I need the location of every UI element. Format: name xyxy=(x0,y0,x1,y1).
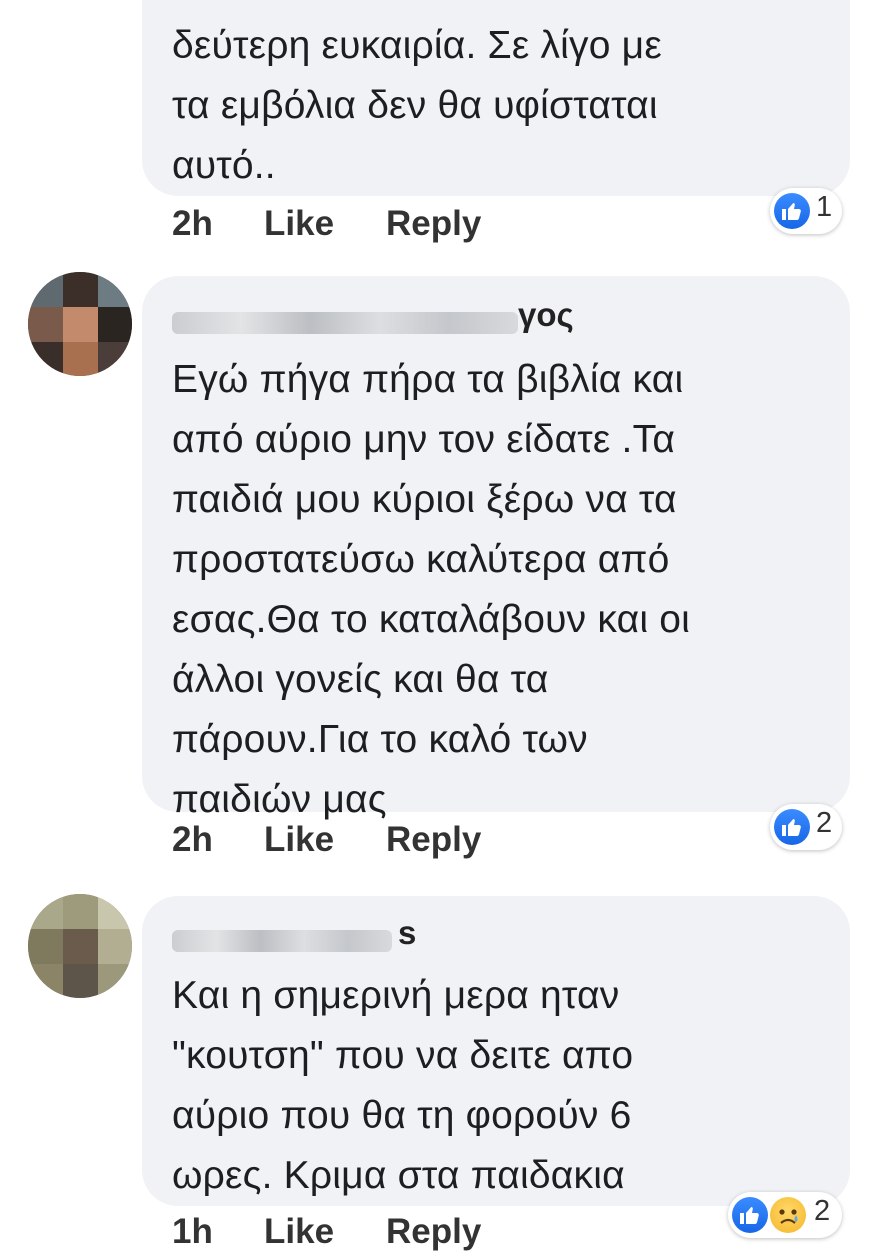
reply-button[interactable]: Reply xyxy=(386,1212,481,1252)
comment-text: Εγώ πήγα πήρα τα βιβλία και από αύριο μη… xyxy=(172,358,690,821)
comment-actions: 2h Like Reply xyxy=(172,204,572,248)
reaction-summary[interactable]: 1 xyxy=(770,188,842,234)
blurred-name xyxy=(172,930,392,952)
comment-bubble: s Και η σημερινή μερα ηταν "κουτση" που … xyxy=(142,896,850,1206)
reaction-count: 2 xyxy=(816,807,833,839)
comment-time[interactable]: 1h xyxy=(172,1212,213,1252)
reaction-count: 1 xyxy=(816,191,833,223)
comment-time[interactable]: 2h xyxy=(172,820,213,860)
comment-time[interactable]: 2h xyxy=(172,204,213,244)
author-name-visible: γος xyxy=(518,296,574,333)
sad-icon xyxy=(770,1197,806,1233)
like-button[interactable]: Like xyxy=(264,820,334,860)
comment-bubble: δεύτερη ευκαιρία. Σε λίγο με τα εμβόλια … xyxy=(142,0,850,196)
author-name-visible: s xyxy=(398,914,417,951)
reaction-summary[interactable]: 2 xyxy=(770,804,842,850)
reply-button[interactable]: Reply xyxy=(386,204,481,244)
comment-author[interactable]: s xyxy=(172,914,432,960)
like-icon xyxy=(774,193,810,229)
avatar[interactable] xyxy=(28,272,132,376)
like-icon xyxy=(732,1197,768,1233)
reply-button[interactable]: Reply xyxy=(386,820,481,860)
comment-actions: 2h Like Reply xyxy=(172,820,572,864)
comment-bubble: γος Εγώ πήγα πήρα τα βιβλία και από αύρι… xyxy=(142,276,850,821)
like-button[interactable]: Like xyxy=(264,204,334,244)
comment-author[interactable]: γος xyxy=(172,296,592,342)
like-button[interactable]: Like xyxy=(264,1212,334,1252)
blurred-name xyxy=(172,312,518,334)
reaction-count: 2 xyxy=(814,1195,831,1227)
comment-text: δεύτερη ευκαιρία. Σε λίγο με τα εμβόλια … xyxy=(172,24,662,187)
comment-actions: 1h Like Reply xyxy=(172,1212,572,1256)
comment-text: Και η σημερινή μερα ηταν "κουτση" που να… xyxy=(172,974,634,1197)
like-icon xyxy=(774,809,810,845)
avatar[interactable] xyxy=(28,894,132,998)
reaction-summary[interactable]: 2 xyxy=(728,1192,842,1238)
